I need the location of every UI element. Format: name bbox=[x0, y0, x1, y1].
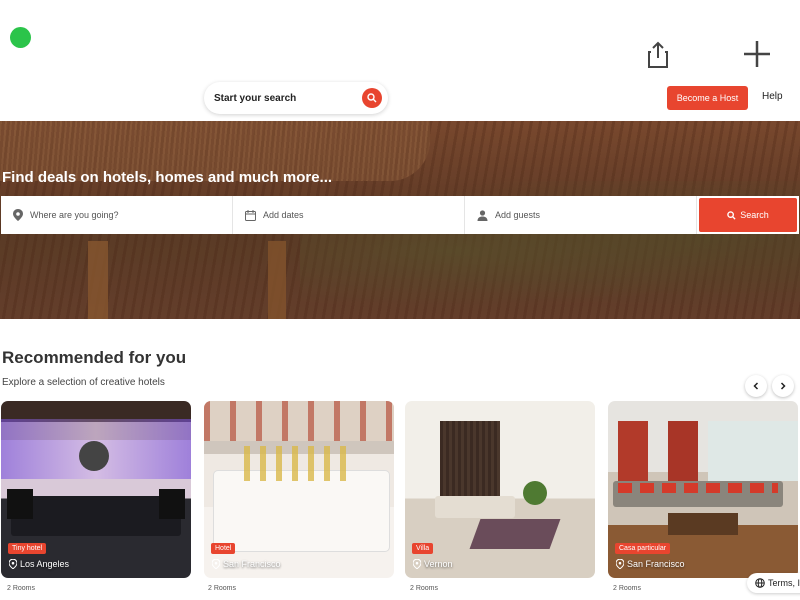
destination-placeholder: Where are you going? bbox=[30, 210, 119, 220]
terms-label: Terms, I bbox=[768, 578, 800, 588]
card-image-detail bbox=[11, 496, 181, 536]
chevron-left-icon bbox=[753, 382, 759, 390]
card-image-detail bbox=[523, 481, 547, 505]
calendar-icon bbox=[245, 209, 256, 221]
header-search-button[interactable] bbox=[362, 88, 382, 108]
card-image-detail bbox=[7, 489, 33, 519]
card-location: San Francisco bbox=[212, 559, 281, 569]
location-pin-icon bbox=[212, 559, 220, 569]
search-icon bbox=[367, 93, 377, 103]
card-rooms: 2 Rooms bbox=[208, 585, 237, 592]
location-pin-icon bbox=[616, 559, 624, 569]
card-rooms: 2 Rooms bbox=[613, 585, 642, 592]
hero-search-label: Search bbox=[740, 210, 769, 220]
share-button[interactable] bbox=[644, 40, 672, 70]
hotel-card[interactable]: Villa Vernon bbox=[405, 401, 595, 578]
plus-icon bbox=[744, 41, 770, 67]
card-location: Vernon bbox=[413, 559, 453, 569]
card-image-detail bbox=[214, 471, 389, 551]
card-image-detail bbox=[469, 519, 561, 549]
location-pin-icon bbox=[13, 209, 23, 221]
card-image-detail bbox=[244, 446, 354, 481]
card-location: Los Angeles bbox=[9, 559, 69, 569]
section-title: Recommended for you bbox=[2, 348, 187, 367]
share-icon bbox=[648, 41, 668, 68]
globe-icon bbox=[755, 578, 765, 588]
card-image-detail bbox=[668, 513, 738, 535]
card-rooms: 2 Rooms bbox=[410, 585, 439, 592]
location-pin-icon bbox=[9, 559, 17, 569]
card-image-detail bbox=[440, 421, 500, 501]
carousel-next-button[interactable] bbox=[772, 375, 794, 397]
hotel-card[interactable]: Hotel San Francisco bbox=[204, 401, 394, 578]
card-location: San Francisco bbox=[616, 559, 685, 569]
card-image-detail bbox=[435, 496, 515, 518]
user-icon bbox=[477, 209, 488, 221]
hero-search-bar: Where are you going? Add dates Add guest… bbox=[1, 196, 799, 234]
header-search-label: Start your search bbox=[214, 92, 297, 104]
dates-field[interactable]: Add dates bbox=[233, 196, 465, 234]
help-link[interactable]: Help bbox=[762, 91, 783, 102]
card-image-detail bbox=[159, 489, 185, 519]
hotel-card[interactable]: Casa particular San Francisco bbox=[608, 401, 798, 578]
card-type-badge: Hotel bbox=[211, 543, 236, 554]
card-type-badge: Villa bbox=[412, 543, 434, 554]
hero-banner: Find deals on hotels, homes and much mor… bbox=[0, 121, 800, 319]
card-type-badge: Tiny hotel bbox=[8, 543, 47, 554]
card-rooms: 2 Rooms bbox=[7, 585, 36, 592]
guests-field[interactable]: Add guests bbox=[465, 196, 697, 234]
hero-headline: Find deals on hotels, homes and much mor… bbox=[2, 169, 333, 186]
location-pin-icon bbox=[413, 559, 421, 569]
search-icon bbox=[727, 210, 736, 220]
guests-placeholder: Add guests bbox=[495, 210, 541, 220]
dates-placeholder: Add dates bbox=[263, 210, 304, 220]
chevron-right-icon bbox=[780, 382, 786, 390]
status-dot bbox=[10, 27, 31, 48]
hero-search-button[interactable]: Search bbox=[699, 198, 797, 232]
card-image-detail bbox=[79, 441, 109, 471]
card-location-text: San Francisco bbox=[223, 559, 281, 569]
card-location-text: San Francisco bbox=[627, 559, 685, 569]
section-subtitle: Explore a selection of creative hotels bbox=[2, 377, 165, 388]
card-location-text: Los Angeles bbox=[20, 559, 70, 569]
card-location-text: Vernon bbox=[424, 559, 453, 569]
become-host-button[interactable]: Become a Host bbox=[667, 86, 748, 110]
card-type-badge: Casa particular bbox=[615, 543, 671, 554]
add-button[interactable] bbox=[740, 37, 774, 71]
destination-field[interactable]: Where are you going? bbox=[1, 196, 233, 234]
card-image-detail bbox=[204, 401, 394, 441]
terms-language-button[interactable]: Terms, I bbox=[747, 573, 800, 593]
header-search[interactable]: Start your search bbox=[204, 82, 388, 114]
carousel-prev-button[interactable] bbox=[745, 375, 767, 397]
card-image-detail bbox=[618, 483, 778, 493]
hotel-card[interactable]: Tiny hotel Los Angeles bbox=[1, 401, 191, 578]
card-image-detail bbox=[708, 421, 798, 481]
